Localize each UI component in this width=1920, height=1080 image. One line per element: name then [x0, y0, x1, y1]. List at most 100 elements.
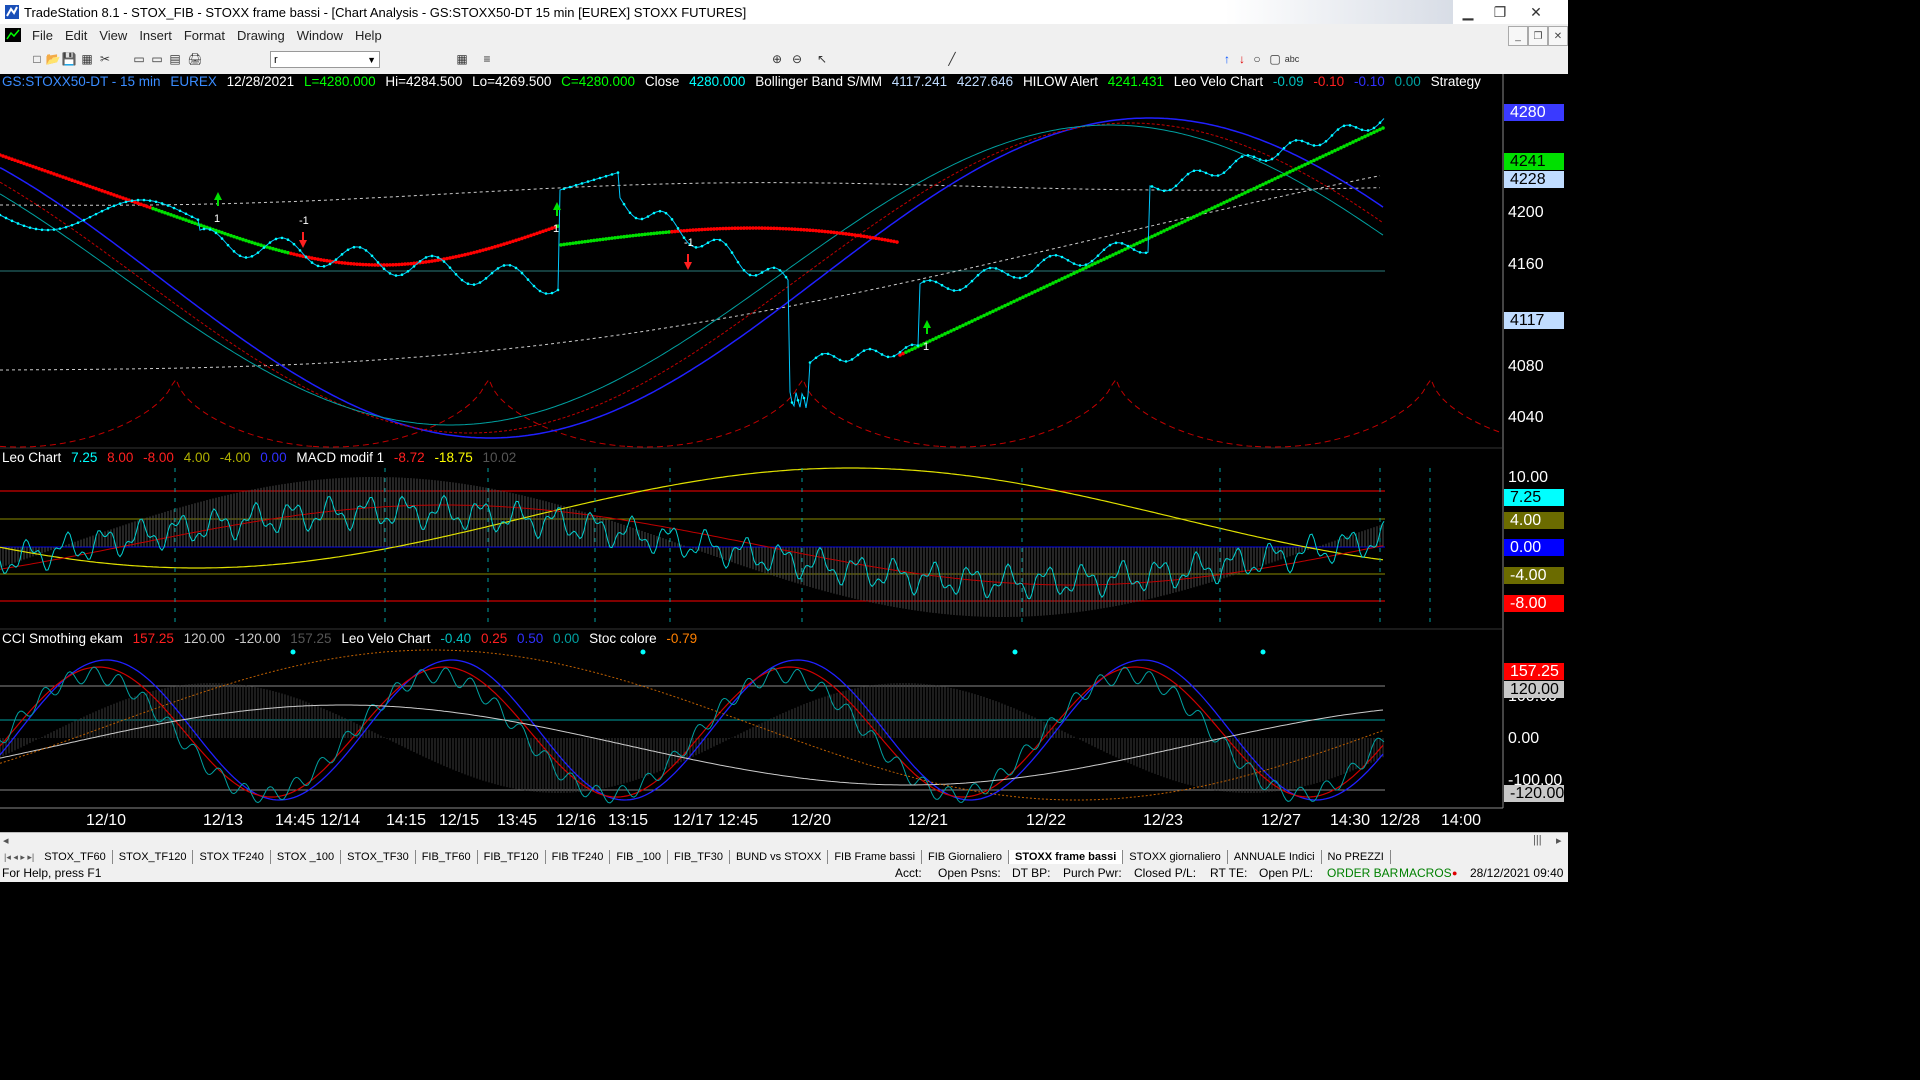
menu-file[interactable]: File — [26, 28, 59, 43]
tab-fib-100[interactable]: FIB _100 — [610, 850, 669, 864]
tab-stox-tf240[interactable]: STOX TF240 — [193, 850, 271, 864]
hilow-value: 4241.431 — [1107, 74, 1165, 89]
status-macros[interactable]: MACROS — [1399, 866, 1452, 880]
copy-icon[interactable]: ▭ — [150, 52, 164, 66]
price-point — [262, 246, 266, 249]
tab-bund-vs-stoxx[interactable]: BUND vs STOXX — [730, 850, 829, 864]
price-point — [562, 187, 566, 191]
line-icon[interactable]: ╱ — [945, 52, 959, 66]
zoom-in-icon[interactable]: ⊕ — [770, 52, 784, 66]
chart-icon[interactable]: ✂ — [98, 52, 112, 66]
tab-stox-tf60[interactable]: STOX_TF60 — [38, 850, 113, 864]
open-icon[interactable]: 📂 — [46, 52, 61, 66]
trade-label: 1 — [214, 213, 220, 225]
tab-no-prezzi[interactable]: No PREZZI — [1322, 850, 1391, 864]
tab-fib-giornaliero[interactable]: FIB Giornaliero — [922, 850, 1009, 864]
new-icon[interactable]: □ — [30, 52, 44, 66]
price-point — [1270, 157, 1274, 161]
tab-stox-100[interactable]: STOX _100 — [271, 850, 342, 864]
menu-insert[interactable]: Insert — [133, 28, 178, 43]
rectangle-icon[interactable]: ▢ — [1268, 52, 1282, 66]
price-point — [1342, 124, 1346, 128]
price-box-bb-lower: 4117 — [1504, 312, 1564, 329]
text-icon[interactable]: abc — [1285, 52, 1300, 66]
price-point — [142, 198, 146, 202]
arrow-down-icon[interactable]: ↓ — [1235, 52, 1249, 66]
tab-fib-tf60[interactable]: FIB_TF60 — [416, 850, 478, 864]
price-point — [1312, 144, 1316, 147]
scroll-right-icon[interactable]: ▸ — [1556, 834, 1562, 847]
zoom-out-icon[interactable]: ⊖ — [790, 52, 804, 66]
cut-icon[interactable]: ▭ — [132, 52, 146, 66]
leo-chart-value-1: 7.25 — [71, 450, 98, 465]
bollinger-value-1: 4117.241 — [891, 74, 948, 89]
scroll-left-icon[interactable]: ◂ — [3, 834, 9, 847]
price-point — [652, 211, 656, 215]
tab-stox-tf120[interactable]: STOX_TF120 — [113, 850, 194, 864]
arrow-up-icon[interactable]: ↑ — [1220, 52, 1234, 66]
price-point — [94, 212, 98, 216]
menu-edit[interactable]: Edit — [59, 28, 93, 43]
scroll-thumb-icon[interactable]: ||| — [1533, 834, 1542, 846]
price-point — [1042, 258, 1046, 262]
price-point — [1228, 165, 1232, 169]
price-point — [22, 224, 26, 228]
find-icon[interactable]: 🖨 — [187, 52, 202, 66]
price-point — [1120, 242, 1124, 245]
grid-icon[interactable]: ▦ — [455, 52, 469, 66]
symbol-label: GS:STOXX50-DT - 15 min — [2, 74, 161, 89]
horizontal-scrollbar[interactable]: ◂ ||| ▸ — [0, 832, 1568, 850]
price-point — [412, 265, 416, 268]
hilow-dot — [463, 252, 467, 257]
tab-fib-tf30[interactable]: FIB_TF30 — [668, 850, 730, 864]
tab-fib-frame-bassi[interactable]: FIB Frame bassi — [828, 850, 923, 864]
price-point — [778, 269, 782, 272]
ellipse-icon[interactable]: ○ — [1250, 52, 1264, 66]
price-point — [676, 227, 680, 230]
cci-leo-value-2: 0.25 — [480, 631, 508, 646]
tab-annuale-indici[interactable]: ANNUALE Indici — [1228, 850, 1322, 864]
tab-stox-tf30[interactable]: STOX_TF30 — [341, 850, 416, 864]
print-icon[interactable]: ▦ — [80, 52, 94, 66]
menu-help[interactable]: Help — [349, 28, 388, 43]
price-point — [304, 255, 308, 259]
price-point — [292, 242, 296, 246]
price-point — [202, 227, 206, 231]
price-point — [316, 264, 320, 268]
menu-drawing[interactable]: Drawing — [231, 28, 291, 43]
mdi-close-button[interactable]: ✕ — [1548, 26, 1568, 46]
tab-nav-icon[interactable]: |◂ ◂ ▸ ▸| — [0, 852, 38, 863]
menu-view[interactable]: View — [93, 28, 133, 43]
list-icon[interactable]: ≡ — [480, 52, 494, 66]
tab-stoxx-frame-bassi[interactable]: STOXX frame bassi — [1009, 850, 1124, 864]
leo-chart-value-4: 4.00 — [183, 450, 210, 465]
price-point — [934, 280, 938, 284]
price-point — [352, 245, 356, 249]
pointer-icon[interactable]: ↖ — [815, 52, 829, 66]
hilow-dot — [436, 258, 440, 262]
price-point — [274, 237, 278, 241]
symbol-combo[interactable]: r ▼ — [270, 51, 380, 68]
cci-box-value: 157.25 — [1504, 663, 1564, 680]
tab-fib-tf240[interactable]: FIB TF240 — [546, 850, 611, 864]
price-point — [832, 355, 836, 358]
save-icon[interactable]: 💾 — [62, 52, 77, 66]
price-point — [1276, 153, 1280, 156]
paste-icon[interactable]: ▤ — [168, 52, 182, 66]
price-point — [268, 241, 272, 244]
mdi-minimize-button[interactable]: _ — [1508, 26, 1528, 46]
price-point — [448, 266, 452, 269]
date-label-1223: 12/23 — [1143, 812, 1184, 829]
price-point — [1216, 174, 1220, 177]
mdi-restore-button[interactable]: ❐ — [1528, 26, 1548, 46]
date-label-1215: 12/15 — [439, 812, 480, 829]
status-order-bar[interactable]: ORDER BAR — [1327, 866, 1398, 880]
menu-format[interactable]: Format — [178, 28, 231, 43]
macd-header: Leo Chart 7.25 8.00 -8.00 4.00 -4.00 0.0… — [2, 450, 522, 465]
tab-stoxx-giornaliero[interactable]: STOXX giornaliero — [1123, 850, 1228, 864]
tab-fib-tf120[interactable]: FIB_TF120 — [478, 850, 546, 864]
price-point — [814, 356, 818, 360]
menu-window[interactable]: Window — [291, 28, 349, 43]
price-point — [166, 204, 170, 207]
stoc-top-marker — [1260, 649, 1266, 655]
